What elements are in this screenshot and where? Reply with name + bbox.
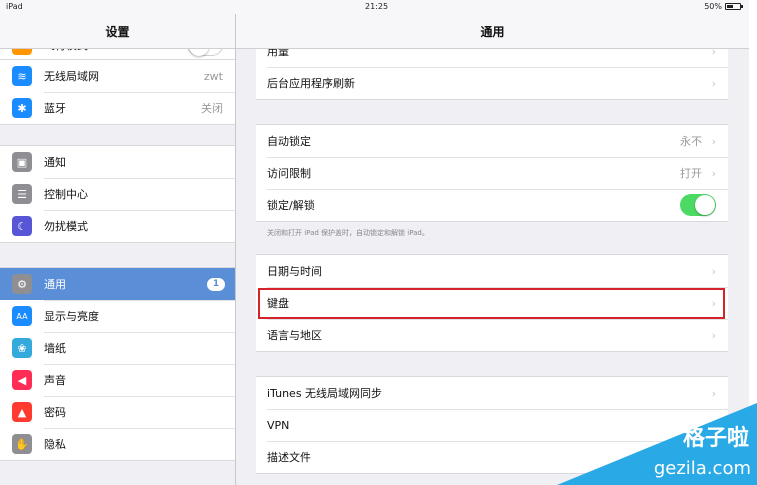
sidebar-item-label: 蓝牙 — [44, 102, 66, 115]
wifi-icon: ≋ — [12, 66, 32, 86]
sidebar-item-general[interactable]: ⚙ 通用 1 — [0, 268, 235, 300]
moon-icon: ☾ — [12, 216, 32, 236]
lock-unlock-footnote: 关闭和打开 iPad 保护盖时，自动锁定和解锁 iPad。 — [267, 229, 429, 237]
privacy-hand-icon: ✋ — [12, 434, 32, 454]
sidebar-item-label: 控制中心 — [44, 188, 88, 201]
lock-unlock-toggle[interactable] — [680, 194, 716, 216]
bluetooth-status: 关闭 — [201, 102, 223, 115]
row-restrictions[interactable]: 访问限制 打开 › — [256, 157, 728, 189]
sidebar-item-label: 密码 — [44, 406, 66, 419]
row-label: 描述文件 — [267, 451, 311, 464]
notification-icon: ▣ — [12, 152, 32, 172]
sidebar-item-control-center[interactable]: ☰ 控制中心 — [0, 178, 235, 210]
general-group-lock: 自动锁定 永不 › 访问限制 打开 › 锁定/解锁 — [256, 124, 728, 222]
chevron-right-icon: › — [711, 76, 716, 90]
row-date-time[interactable]: 日期与时间 › — [256, 255, 728, 287]
keyboard-highlight-box — [258, 288, 725, 319]
row-language-region[interactable]: 语言与地区 › — [256, 319, 728, 351]
sidebar-item-label: 通知 — [44, 156, 66, 169]
row-label: VPN — [267, 418, 290, 432]
lock-icon: ▲ — [12, 402, 32, 422]
status-bar: iPad 21:25 50% — [0, 0, 749, 14]
row-label: iTunes 无线局域网同步 — [267, 387, 383, 400]
device-label: iPad — [6, 2, 23, 11]
wifi-network-name: zwt — [203, 69, 223, 83]
row-lock-unlock: 锁定/解锁 — [256, 189, 728, 221]
update-badge: 1 — [207, 277, 225, 291]
page-title: 通用 — [236, 14, 749, 49]
chevron-right-icon: › — [711, 134, 716, 148]
chevron-right-icon: › — [711, 328, 716, 342]
row-label: 锁定/解锁 — [267, 199, 315, 212]
toggle-knob — [695, 195, 715, 215]
battery-percent: 50% — [704, 2, 722, 11]
sidebar-item-label: 墙纸 — [44, 342, 66, 355]
sidebar-item-bluetooth[interactable]: ✱ 蓝牙 关闭 — [0, 92, 235, 124]
sidebar-item-passcode[interactable]: ▲ 密码 — [0, 396, 235, 428]
sidebar-item-label: 隐私 — [44, 438, 66, 451]
sound-icon: ◀ — [12, 370, 32, 390]
sidebar-item-label: 勿扰模式 — [44, 220, 88, 233]
battery-level — [727, 5, 733, 8]
sidebar-item-wallpaper[interactable]: ❀ 墙纸 — [0, 332, 235, 364]
sidebar-title: 设置 — [0, 14, 235, 49]
watermark-text: 格子啦 — [682, 426, 749, 451]
watermark-url: gezila.com — [653, 458, 751, 479]
bluetooth-icon: ✱ — [12, 98, 32, 118]
sidebar-group-general: ⚙ 通用 1 AA 显示与亮度 ❀ 墙纸 ◀ 声音 ▲ 密码 ✋ 隐私 — [0, 267, 235, 461]
sidebar-group-network: ≋ 无线局域网 zwt ✱ 蓝牙 关闭 — [0, 59, 235, 125]
settings-sidebar: 设置 ✈ 飞行模式 ≋ 无线局域网 zwt ✱ 蓝牙 关闭 ▣ 通知 ☰ 控制中… — [0, 14, 236, 485]
row-label: 访问限制 — [267, 167, 311, 180]
control-center-icon: ☰ — [12, 184, 32, 204]
sidebar-item-sounds[interactable]: ◀ 声音 — [0, 364, 235, 396]
wallpaper-icon: ❀ — [12, 338, 32, 358]
sidebar-item-notifications[interactable]: ▣ 通知 — [0, 146, 235, 178]
battery-icon — [725, 3, 743, 10]
restrictions-value: 打开 — [680, 167, 702, 180]
row-background-app-refresh[interactable]: 后台应用程序刷新 › — [256, 67, 728, 99]
row-label: 后台应用程序刷新 — [267, 77, 355, 90]
chevron-right-icon: › — [711, 264, 716, 278]
sidebar-item-wifi[interactable]: ≋ 无线局域网 zwt — [0, 60, 235, 92]
sidebar-item-label: 通用 — [44, 278, 66, 291]
battery-indicator: 50% — [704, 2, 743, 11]
sidebar-group-notifications: ▣ 通知 ☰ 控制中心 ☾ 勿扰模式 — [0, 145, 235, 243]
clock: 21:25 — [365, 2, 389, 11]
sidebar-item-privacy[interactable]: ✋ 隐私 — [0, 428, 235, 460]
sidebar-item-label: 显示与亮度 — [44, 310, 99, 323]
row-label: 自动锁定 — [267, 135, 311, 148]
gear-icon: ⚙ — [12, 274, 32, 294]
sidebar-item-display-brightness[interactable]: AA 显示与亮度 — [0, 300, 235, 332]
row-label: 日期与时间 — [267, 265, 322, 278]
row-label: 语言与地区 — [267, 329, 322, 342]
display-icon: AA — [12, 306, 32, 326]
chevron-right-icon: › — [711, 386, 716, 400]
row-auto-lock[interactable]: 自动锁定 永不 › — [256, 125, 728, 157]
sidebar-item-do-not-disturb[interactable]: ☾ 勿扰模式 — [0, 210, 235, 242]
sidebar-item-label: 无线局域网 — [44, 70, 99, 83]
chevron-right-icon: › — [711, 166, 716, 180]
auto-lock-value: 永不 — [680, 135, 702, 148]
sidebar-item-label: 声音 — [44, 374, 66, 387]
